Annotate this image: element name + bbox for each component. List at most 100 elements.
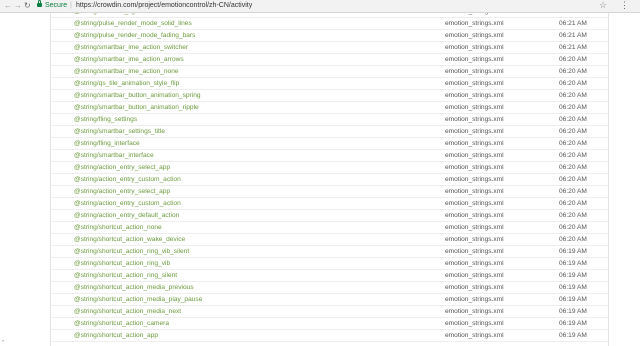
string-key-link[interactable]: @string/shortcut_action_media_play_pause [74,294,202,306]
activity-row: @string/shortcut_action_ring_silent emoti… [51,270,608,282]
file-name: emotion_strings.xml [445,308,504,315]
string-key-link[interactable]: @string/shortcut_action_media_next [74,306,181,318]
activity-row: @string/action_entry_select_app emotion_s… [51,186,608,198]
activity-row: @string/smartbar_ime_action_switcher emot… [51,42,608,54]
timestamp: 06:19 AM [559,308,587,315]
string-key-link[interactable]: @string/smartbar_button_animation_ripple [74,102,199,114]
string-key-link[interactable]: @string/action_entry_custom_action [74,174,181,186]
bookmark-star-icon[interactable]: ☆ [599,0,607,11]
file-name: emotion_strings.xml [445,248,504,255]
activity-row: @string/fling_settings emotion_strings.xm… [51,114,608,126]
string-key-link[interactable]: @string/qs_tile_animation_style_flip [74,78,179,90]
timestamp: 06:20 AM [559,152,587,159]
url-separator: | [70,2,72,9]
timestamp: 06:20 AM [559,116,587,123]
string-key-link[interactable]: @string/fling_settings [74,114,137,126]
timestamp: 06:21 AM [559,32,587,39]
lock-icon [37,0,42,7]
string-key-link[interactable]: @string/smartbar_ime_action_switcher [74,42,188,54]
timestamp: 06:21 AM [559,20,587,27]
string-key-link[interactable]: @string/action_entry_select_app [74,162,170,174]
timestamp: 06:20 AM [559,176,587,183]
timestamp: 06:20 AM [559,200,587,207]
file-name: emotion_strings.xml [445,212,504,219]
file-name: emotion_strings.xml [445,80,504,87]
string-key-link[interactable]: @string/smartbar_ime_action_none [74,66,179,78]
file-name: emotion_strings.xml [445,116,504,123]
activity-row: @string/action_entry_select_app emotion_s… [51,162,608,174]
string-key-link[interactable]: @string/shortcut_action_app [74,330,158,342]
address-bar[interactable]: https://crowdin.com/project/emotioncontr… [76,1,252,11]
file-name: emotion_strings.xml [445,56,504,63]
timestamp: 06:20 AM [559,92,587,99]
string-key-link[interactable]: @string/shortcut_action_ring_vib [74,258,170,270]
activity-row: @string/pulse_render_mode_fading_bars emo… [51,30,608,42]
file-name: emotion_strings.xml [445,104,504,111]
timestamp: 06:19 AM [559,248,587,255]
timestamp: 06:19 AM [559,332,587,339]
timestamp: 06:20 AM [559,164,587,171]
activity-row: @string/smartbar_interface emotion_string… [51,150,608,162]
file-name: emotion_strings.xml [445,188,504,195]
timestamp: 06:20 AM [559,212,587,219]
string-key-link[interactable]: @string/action_entry_default_action [74,210,179,222]
file-name: emotion_strings.xml [445,272,504,279]
file-name: emotion_strings.xml [445,260,504,267]
activity-row: @string/shortcut_action_media_play_pause… [51,294,608,306]
timestamp: 06:20 AM [559,128,587,135]
file-name: emotion_strings.xml [445,224,504,231]
string-key-link[interactable]: @string/pulse_render_mode_fading_bars [74,30,195,42]
timestamp: 06:20 AM [559,188,587,195]
activity-row: @string/pulse_render_mode_solid_lines emo… [51,18,608,30]
string-key-link[interactable]: @string/shortcut_action_none [74,222,162,234]
activity-row: @string/shortcut_action_ring_vib_silent e… [51,246,608,258]
forward-arrow-icon[interactable]: → [14,1,22,11]
browser-toolbar: ← → ↻ Secure | https://crowdin.com/proje… [0,0,640,13]
string-key-link[interactable]: @string/shortcut_action_wake_device [74,234,185,246]
activity-row: @string/shortcut_action_camera emotion_st… [51,318,608,330]
timestamp: 06:20 AM [559,80,587,87]
string-key-link[interactable]: @string/shortcut_action_ring_vib_silent [74,246,189,258]
string-key-link[interactable]: @string/shortcut_action_camera [74,318,169,330]
back-arrow-icon[interactable]: ← [4,1,12,11]
reload-icon[interactable]: ↻ [24,1,31,11]
activity-row: @string/smartbar_button_animation_ripple… [51,102,608,114]
string-key-link[interactable]: @string/fling_interface [74,138,140,150]
timestamp: 06:19 AM [559,284,587,291]
activity-row: @string/smartbar_ime_action_none emotion_… [51,66,608,78]
timestamp: 06:20 AM [559,68,587,75]
menu-icon[interactable]: ⋮ [620,0,629,11]
string-key-link[interactable]: @string/shortcut_action_ring_silent [74,270,177,282]
activity-row: @string/smartbar_button_animation_spring… [51,90,608,102]
string-key-link[interactable]: @string/smartbar_interface [74,150,154,162]
string-key-link[interactable]: @string/action_entry_select_app [74,186,170,198]
timestamp: 06:19 AM [559,260,587,267]
activity-row: @string/smartbar_ime_action_arrows emotio… [51,54,608,66]
file-name: emotion_strings.xml [445,176,504,183]
timestamp: 06:19 AM [559,320,587,327]
file-name: emotion_strings.xml [445,164,504,171]
string-key-link[interactable]: @string/smartbar_button_animation_spring [74,90,201,102]
activity-row: @string/action_entry_custom_action emotio… [51,174,608,186]
timestamp: 06:21 AM [559,44,587,51]
timestamp: 06:20 AM [559,236,587,243]
file-name: emotion_strings.xml [445,152,504,159]
activity-row: @string/shortcut_action_wake_device emoti… [51,234,608,246]
activity-row: @string/shortcut_action_media_previous em… [51,282,608,294]
activity-row: @string/shortcut_action_app emotion_strin… [51,330,608,342]
string-key-link[interactable]: @string/smartbar_settings_title [74,126,165,138]
file-name: emotion_strings.xml [445,332,504,339]
string-key-link[interactable]: @string/smartbar_ime_action_arrows [74,54,184,66]
activity-row: @string/shortcut_action_media_next emotio… [51,306,608,318]
string-key-link[interactable]: @string/pulse_render_mode_solid_lines [74,18,192,30]
string-key-link[interactable]: @string/action_entry_custom_action [74,198,181,210]
file-name: emotion_strings.xml [445,32,504,39]
string-key-link[interactable]: @string/shortcut_action_media_previous [74,282,194,294]
timestamp: 06:20 AM [559,140,587,147]
activity-list: @string/smartbar_lightemotion_strings.xm… [51,13,608,342]
activity-row: @string/smartbar_settings_title emotion_s… [51,126,608,138]
activity-panel: @string/smartbar_lightemotion_strings.xm… [50,13,609,346]
file-name: emotion_strings.xml [445,140,504,147]
scroll-indicator: • [2,339,5,345]
file-name: emotion_strings.xml [445,320,504,327]
